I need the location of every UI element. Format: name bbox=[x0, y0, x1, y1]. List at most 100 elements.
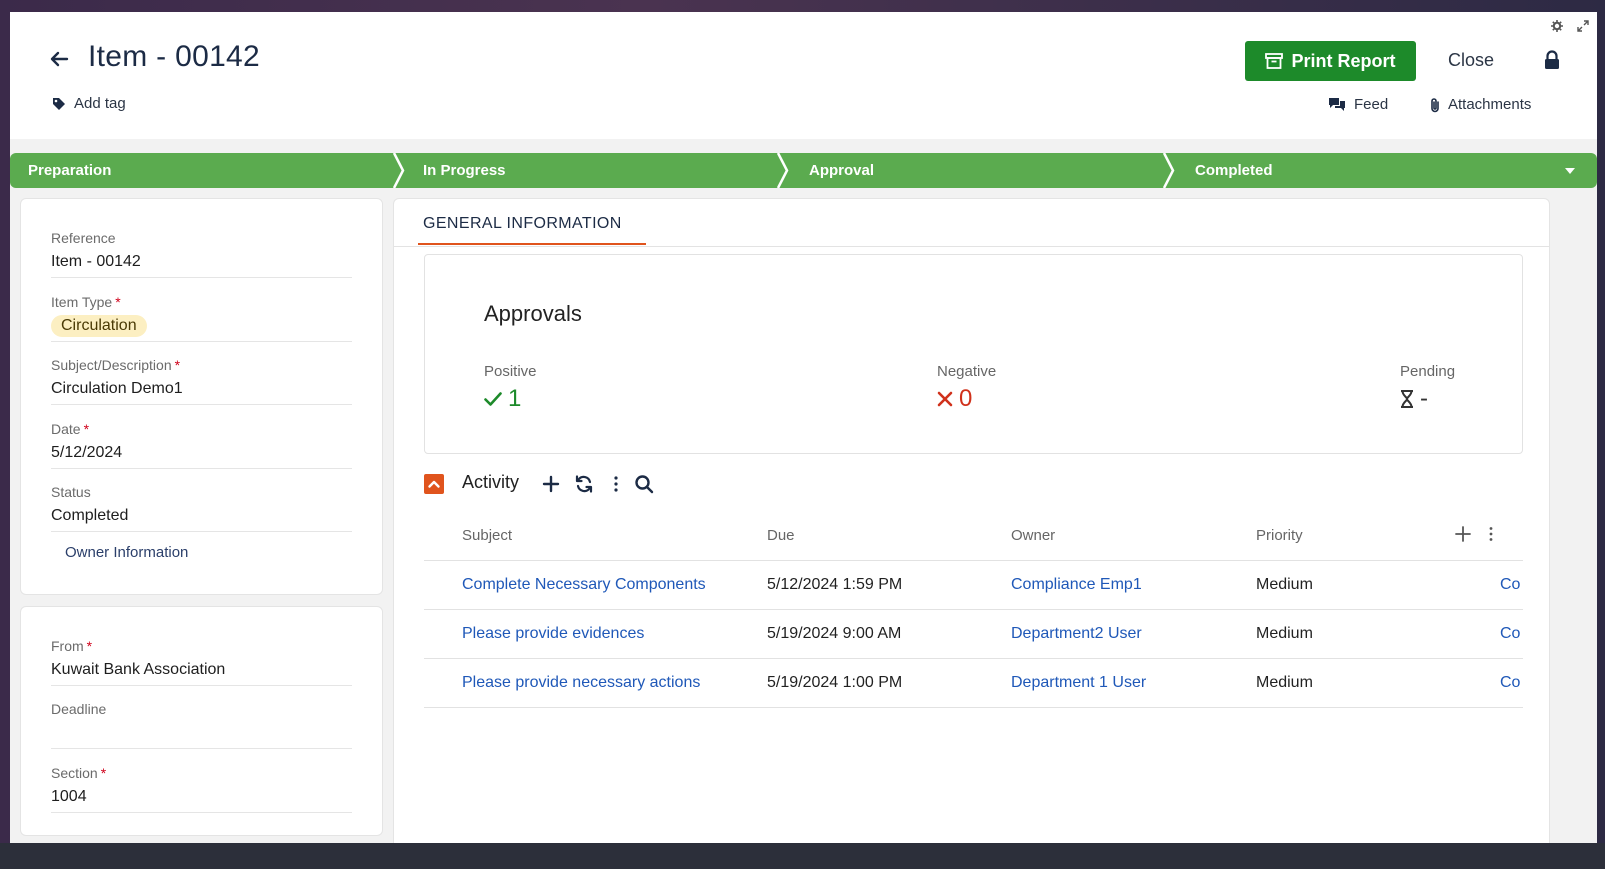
column-header-subject[interactable]: Subject bbox=[462, 527, 512, 544]
negative-label: Negative bbox=[937, 363, 997, 380]
section-field: Section * 1004 bbox=[51, 764, 352, 813]
page-title: Item - 00142 bbox=[88, 40, 261, 73]
pending-metric: Pending - bbox=[1400, 363, 1455, 412]
attachments-label: Attachments bbox=[1448, 96, 1532, 113]
row-priority: Medium bbox=[1256, 625, 1313, 642]
pending-label: Pending bbox=[1400, 363, 1456, 380]
positive-label: Positive bbox=[484, 363, 537, 380]
details-panel: Reference Item - 00142 Item Type * Circul… bbox=[20, 198, 383, 595]
row-subject-link[interactable]: Please provide necessary actions bbox=[462, 674, 700, 692]
date-field: Date * 5/12/2024 bbox=[51, 420, 352, 469]
row-due: 5/19/2024 1:00 PM bbox=[767, 674, 903, 691]
row-priority: Medium bbox=[1256, 674, 1313, 691]
app-window: Item - 00142 Add tag Print Report Close … bbox=[10, 12, 1597, 869]
required-marker: * bbox=[100, 765, 107, 781]
required-marker: * bbox=[86, 638, 93, 654]
column-header-due[interactable]: Due bbox=[767, 527, 795, 544]
positive-value: 1 bbox=[508, 385, 522, 412]
plus-icon[interactable] bbox=[541, 474, 561, 494]
column-options-icon[interactable] bbox=[1486, 526, 1496, 542]
status-value[interactable]: Completed bbox=[51, 505, 352, 527]
expand-icon[interactable] bbox=[1577, 20, 1589, 32]
close-button[interactable]: Close bbox=[1448, 50, 1494, 71]
row-extra-link[interactable]: Co bbox=[1500, 674, 1520, 692]
print-report-label: Print Report bbox=[1291, 50, 1396, 71]
feed-label: Feed bbox=[1354, 96, 1389, 113]
item-type-pill[interactable]: Circulation bbox=[51, 315, 147, 337]
activity-title: Activity bbox=[462, 472, 520, 492]
row-owner-link[interactable]: Department2 User bbox=[1011, 625, 1142, 643]
caret-down-icon[interactable] bbox=[1565, 167, 1575, 175]
section-label: Section * bbox=[51, 765, 107, 781]
subject-value[interactable]: Circulation Demo1 bbox=[51, 378, 352, 400]
required-marker: * bbox=[115, 294, 121, 310]
active-tab-indicator bbox=[418, 243, 646, 245]
reference-value[interactable]: Item - 00142 bbox=[51, 251, 352, 273]
from-field: From * Kuwait Bank Association bbox=[51, 637, 352, 686]
taskbar bbox=[0, 843, 1605, 869]
table-row[interactable]: Complete Necessary Components 5/12/2024 … bbox=[424, 560, 1523, 609]
subject-field: Subject/Description * Circulation Demo1 bbox=[51, 356, 352, 405]
refresh-icon[interactable] bbox=[574, 474, 594, 494]
approvals-title: Approvals bbox=[484, 301, 582, 326]
deadline-value[interactable] bbox=[51, 722, 352, 744]
date-label: Date * bbox=[51, 421, 90, 437]
tab-general-information[interactable]: GENERAL INFORMATION bbox=[423, 215, 622, 233]
table-row[interactable]: Please provide evidences 5/19/2024 9:00 … bbox=[424, 609, 1523, 658]
window-controls bbox=[1551, 20, 1589, 32]
add-tag-button[interactable]: Add tag bbox=[52, 95, 126, 112]
column-header-owner[interactable]: Owner bbox=[1011, 527, 1055, 544]
item-type-label: Item Type * bbox=[51, 294, 121, 310]
pending-value: - bbox=[1420, 385, 1428, 412]
row-extra-link[interactable]: Co bbox=[1500, 576, 1520, 594]
negative-value: 0 bbox=[959, 385, 973, 412]
add-column-icon[interactable] bbox=[1455, 526, 1471, 542]
hourglass-icon bbox=[1401, 390, 1413, 408]
more-vertical-icon[interactable] bbox=[606, 474, 626, 494]
feed-button[interactable]: Feed bbox=[1328, 96, 1388, 113]
chat-bubbles-icon bbox=[1329, 98, 1345, 111]
row-subject-link[interactable]: Complete Necessary Components bbox=[462, 576, 706, 594]
checkmark-icon bbox=[484, 392, 502, 406]
table-row[interactable]: Please provide necessary actions 5/19/20… bbox=[424, 658, 1523, 708]
print-report-button[interactable]: Print Report bbox=[1245, 41, 1416, 81]
correspondence-panel: From * Kuwait Bank Association Deadline S… bbox=[20, 606, 383, 836]
status-field: Status Completed bbox=[51, 483, 352, 532]
back-arrow-icon[interactable] bbox=[48, 48, 70, 70]
main-panel: GENERAL INFORMATION Approvals Positive 1… bbox=[393, 198, 1550, 869]
date-value[interactable]: 5/12/2024 bbox=[51, 442, 352, 464]
row-due: 5/19/2024 9:00 AM bbox=[767, 625, 902, 642]
paperclip-icon bbox=[1431, 97, 1439, 112]
row-owner-link[interactable]: Compliance Emp1 bbox=[1011, 576, 1142, 594]
search-icon[interactable] bbox=[634, 474, 654, 494]
attachments-button[interactable]: Attachments bbox=[1430, 96, 1531, 113]
reference-label: Reference bbox=[51, 230, 116, 246]
stage-preparation[interactable]: Preparation bbox=[28, 153, 111, 188]
gear-icon[interactable] bbox=[1551, 20, 1563, 32]
chevron-up-icon bbox=[428, 480, 440, 488]
stage-progress-bar: Preparation In Progress Approval Complet… bbox=[10, 153, 1597, 188]
from-label: From * bbox=[51, 638, 93, 654]
row-subject-link[interactable]: Please provide evidences bbox=[462, 625, 644, 643]
cross-icon bbox=[937, 391, 953, 407]
approvals-card: Approvals Positive 1 Negative 0 Pending … bbox=[424, 254, 1523, 454]
activity-toolbar: Activity bbox=[424, 472, 1024, 496]
row-priority: Medium bbox=[1256, 576, 1313, 593]
subject-label: Subject/Description * bbox=[51, 357, 181, 373]
row-extra-link[interactable]: Co bbox=[1500, 625, 1520, 643]
item-type-field: Item Type * Circulation bbox=[51, 293, 352, 342]
lock-icon[interactable] bbox=[1543, 50, 1561, 70]
from-value[interactable]: Kuwait Bank Association bbox=[51, 659, 352, 681]
stage-bar-shape bbox=[10, 153, 1597, 188]
owner-information-link[interactable]: Owner Information bbox=[65, 544, 188, 561]
section-value[interactable]: 1004 bbox=[51, 786, 352, 808]
stage-in-progress[interactable]: In Progress bbox=[423, 153, 506, 188]
row-due: 5/12/2024 1:59 PM bbox=[767, 576, 903, 593]
deadline-label: Deadline bbox=[51, 701, 107, 717]
stage-approval[interactable]: Approval bbox=[809, 153, 874, 188]
stage-completed[interactable]: Completed bbox=[1195, 153, 1273, 188]
archive-icon bbox=[1265, 53, 1284, 69]
column-header-priority[interactable]: Priority bbox=[1256, 527, 1303, 544]
row-owner-link[interactable]: Department 1 User bbox=[1011, 674, 1146, 692]
collapse-button[interactable] bbox=[424, 474, 444, 494]
